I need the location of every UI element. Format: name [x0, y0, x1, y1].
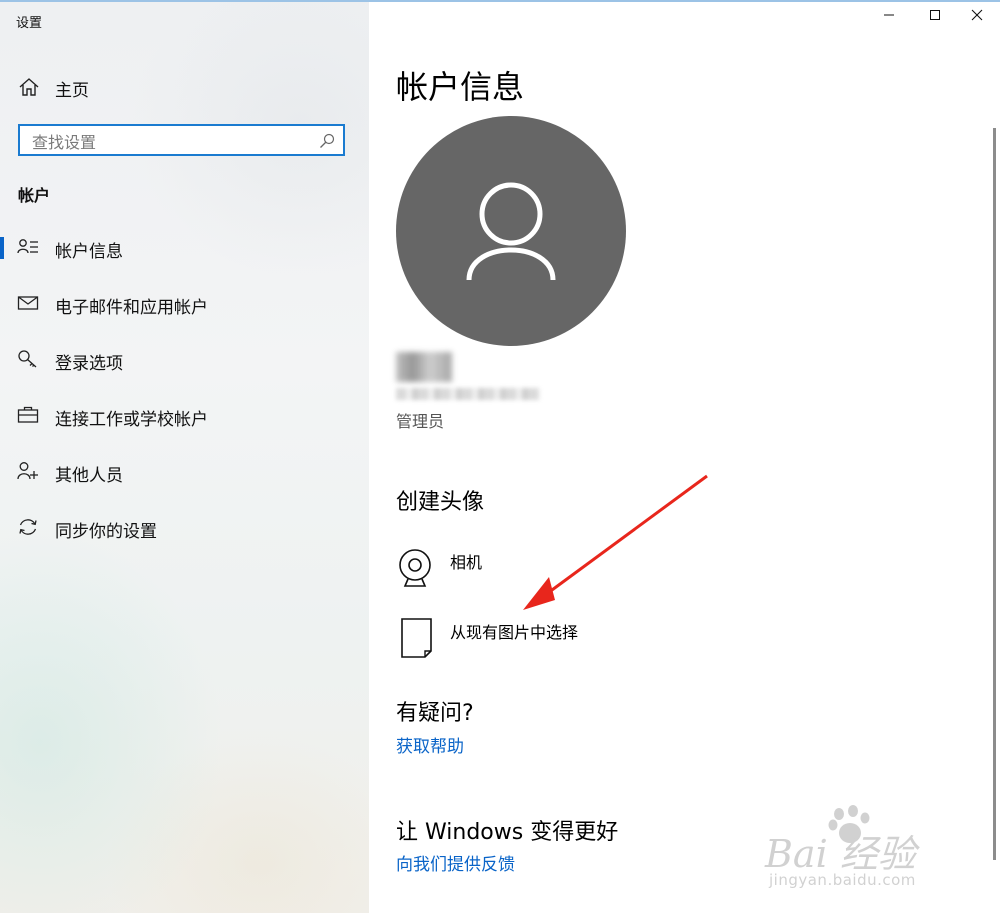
search-input[interactable] — [30, 129, 314, 155]
feedback-heading: 让 Windows 变得更好 — [396, 820, 619, 845]
sidebar-item-account-info[interactable]: 帐户信息 — [0, 227, 369, 267]
sidebar-item-email-accounts[interactable]: 电子邮件和应用帐户 — [0, 283, 369, 323]
minimize-button[interactable] — [866, 0, 912, 30]
sidebar-item-label: 帐户信息 — [55, 242, 123, 262]
give-feedback-link[interactable]: 向我们提供反馈 — [396, 850, 515, 875]
search-box[interactable] — [18, 124, 345, 156]
page-title: 帐户信息 — [396, 68, 525, 106]
user-silhouette-icon — [466, 182, 556, 281]
scrollbar[interactable] — [993, 128, 996, 860]
add-person-icon — [17, 462, 38, 480]
home-label: 主页 — [55, 81, 89, 101]
close-icon — [971, 9, 983, 21]
annotation-arrow — [523, 474, 708, 610]
search-icon[interactable] — [319, 133, 335, 149]
app-title: 设置 — [16, 16, 43, 31]
sidebar-item-other-people[interactable]: 其他人员 — [0, 451, 369, 491]
browse-picture-label: 从现有图片中选择 — [450, 623, 579, 642]
sidebar-item-label: 登录选项 — [55, 354, 123, 374]
sidebar-item-label: 其他人员 — [55, 466, 123, 486]
webcam-icon — [399, 549, 431, 587]
baidu-watermark: Bai 经验 jingyan.baidu.com — [765, 805, 955, 895]
selection-indicator — [0, 237, 4, 259]
section-heading-accounts: 帐户 — [18, 186, 51, 205]
sidebar-item-label: 电子邮件和应用帐户 — [55, 298, 208, 318]
sidebar-item-sign-in-options[interactable]: 登录选项 — [0, 339, 369, 379]
key-icon — [18, 350, 37, 368]
account-role: 管理员 — [396, 412, 445, 431]
create-avatar-heading: 创建头像 — [396, 490, 485, 515]
account-email-redacted — [396, 388, 540, 400]
avatar — [396, 116, 626, 346]
paw-logo-icon — [828, 805, 870, 843]
account-name-redacted — [396, 352, 452, 382]
questions-heading: 有疑问? — [396, 701, 474, 726]
sync-icon — [19, 519, 37, 535]
sidebar-item-work-school[interactable]: 连接工作或学校帐户 — [0, 395, 369, 435]
account-info-icon — [17, 239, 38, 254]
sidebar: 设置 主页 帐户 帐户信息 电子邮件和应用帐户 — [0, 2, 369, 913]
get-help-link[interactable]: 获取帮助 — [396, 732, 464, 757]
maximize-icon — [930, 10, 940, 20]
home-icon — [19, 78, 39, 96]
mail-icon — [17, 296, 39, 310]
briefcase-icon — [17, 406, 39, 423]
maximize-button[interactable] — [912, 0, 958, 30]
camera-label: 相机 — [450, 553, 483, 572]
browse-picture-icon — [401, 618, 432, 658]
watermark-brand: Bai 经验 — [765, 832, 916, 876]
sidebar-item-label: 同步你的设置 — [55, 522, 157, 542]
sidebar-item-label: 连接工作或学校帐户 — [55, 410, 208, 430]
watermark-url: jingyan.baidu.com — [769, 871, 916, 889]
browse-picture-option[interactable]: 从现有图片中选择 — [396, 617, 696, 677]
minimize-icon — [884, 14, 894, 16]
home-nav-item[interactable]: 主页 — [0, 70, 369, 104]
sidebar-item-sync-settings[interactable]: 同步你的设置 — [0, 507, 369, 547]
close-button[interactable] — [954, 0, 1000, 30]
